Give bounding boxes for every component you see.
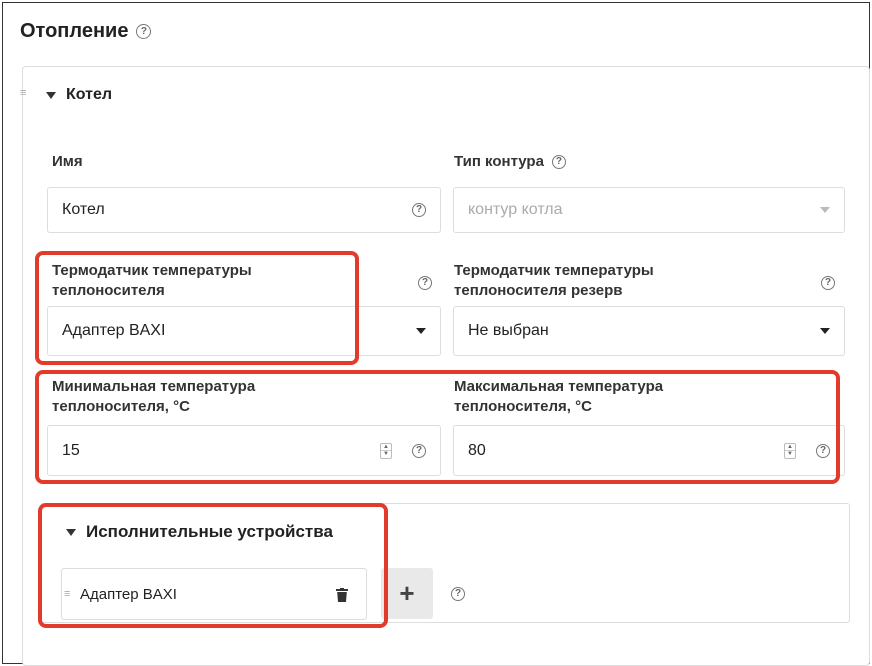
number-spinner[interactable]: ▲ ▼ [784, 442, 796, 459]
spin-down-icon[interactable]: ▼ [785, 451, 795, 458]
min-temp-input[interactable]: 15 ▲ ▼ ? [47, 425, 441, 476]
name-label: Имя [52, 153, 83, 170]
spin-up-icon[interactable]: ▲ [381, 444, 391, 451]
chevron-down-icon [416, 328, 426, 334]
sensor-select[interactable]: Адаптер BAXI [47, 306, 441, 356]
chevron-down-icon [820, 328, 830, 334]
max-temp-label: Максимальная температура теплоносителя, … [454, 377, 663, 417]
sensor-reserve-label-line1: Термодатчик температуры [454, 262, 654, 279]
help-icon[interactable]: ? [551, 155, 566, 169]
max-temp-label-line1: Максимальная температура [454, 378, 664, 395]
help-icon[interactable]: ? [451, 587, 465, 601]
min-temp-label-line1: Минимальная температура [52, 378, 256, 395]
page-title: Отопление ? [20, 20, 152, 43]
collapse-triangle-icon[interactable] [46, 91, 56, 99]
max-temp-label-line2: теплоносителя, °С [454, 398, 592, 415]
max-temp-value: 80 [468, 441, 486, 459]
name-input[interactable]: Котел ? [47, 187, 441, 233]
page-title-text: Отопление [20, 20, 129, 42]
sensor-select-value: Адаптер BAXI [62, 322, 166, 339]
help-icon[interactable]: ? [136, 24, 152, 39]
trash-icon[interactable] [336, 588, 348, 602]
add-actuator-button[interactable]: + [381, 568, 433, 619]
number-spinner[interactable]: ▲ ▼ [380, 442, 392, 459]
actuator-item-label: Адаптер BAXI [80, 585, 177, 603]
min-temp-label: Минимальная температура теплоносителя, °… [52, 377, 255, 417]
drag-handle-icon[interactable]: ≡ [64, 589, 70, 600]
circuit-title: Котел [66, 86, 113, 103]
spin-up-icon[interactable]: ▲ [785, 444, 795, 451]
spin-down-icon[interactable]: ▼ [381, 451, 391, 458]
sensor-reserve-select-value: Не выбран [468, 322, 549, 339]
collapse-triangle-icon[interactable] [66, 528, 76, 536]
sensor-reserve-select[interactable]: Не выбран [453, 306, 845, 356]
chevron-down-icon [820, 207, 830, 213]
sensor-label-line1: Термодатчик температуры [52, 262, 252, 279]
actuators-header[interactable]: Исполнительные устройства [66, 522, 333, 542]
sensor-reserve-label: Термодатчик температуры теплоносителя ре… [454, 261, 654, 301]
contour-type-label: Тип контура ? [454, 152, 566, 172]
circuit-header[interactable]: Котел [46, 86, 112, 104]
min-temp-value: 15 [62, 441, 80, 459]
contour-type-select[interactable]: контур котла [453, 187, 845, 233]
sensor-reserve-label-line2: теплоносителя резерв [454, 282, 623, 299]
sensor-label-line2: теплоносителя [52, 282, 165, 299]
drag-handle-icon[interactable]: ≡ [20, 88, 26, 99]
help-icon[interactable]: ? [412, 203, 426, 217]
help-icon[interactable]: ? [412, 443, 426, 458]
max-temp-input[interactable]: 80 ▲ ▼ ? [453, 425, 845, 476]
help-icon[interactable]: ? [816, 443, 830, 458]
contour-type-label-text: Тип контура [454, 153, 544, 170]
help-icon[interactable]: ? [418, 276, 432, 290]
actuator-item[interactable]: ≡ Адаптер BAXI [61, 568, 367, 620]
actuators-title: Исполнительные устройства [86, 522, 333, 541]
sensor-label: Термодатчик температуры теплоносителя [52, 261, 252, 301]
contour-type-placeholder: контур котла [468, 201, 563, 218]
name-input-value: Котел [62, 201, 105, 218]
help-icon[interactable]: ? [821, 276, 835, 290]
min-temp-label-line2: теплоносителя, °С [52, 398, 190, 415]
